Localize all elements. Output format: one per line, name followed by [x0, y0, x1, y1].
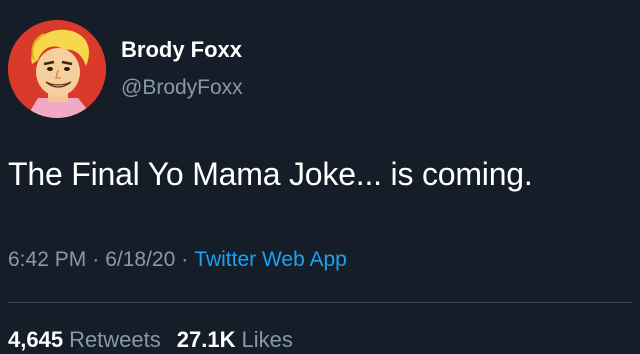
- meta-separator: ·: [92, 248, 100, 271]
- tweet-time[interactable]: 6:42 PM: [8, 248, 86, 271]
- retweets-label[interactable]: Retweets: [69, 327, 161, 352]
- author-name[interactable]: Brody Foxx: [121, 37, 242, 63]
- tweet-date[interactable]: 6/18/20: [105, 248, 175, 271]
- likes-count[interactable]: 27.1K: [177, 327, 236, 352]
- tweet-text: The Final Yo Mama Joke... is coming.: [8, 156, 533, 192]
- avatar[interactable]: [8, 20, 106, 118]
- tweet-meta: 6:42 PM · 6/18/20 · Twitter Web App: [8, 248, 347, 272]
- tweet-source-link[interactable]: Twitter Web App: [194, 248, 347, 271]
- likes-label[interactable]: Likes: [242, 327, 293, 352]
- cartoon-portrait-icon: [8, 20, 106, 118]
- tweet-card: Brody Foxx @BrodyFoxx The Final Yo Mama …: [0, 0, 640, 354]
- author-handle[interactable]: @BrodyFoxx: [121, 76, 243, 100]
- meta-separator: ·: [181, 248, 189, 271]
- retweets-count[interactable]: 4,645: [8, 327, 63, 352]
- tweet-stats: 4,645 Retweets 27.1K Likes: [8, 327, 293, 353]
- divider: [8, 302, 632, 303]
